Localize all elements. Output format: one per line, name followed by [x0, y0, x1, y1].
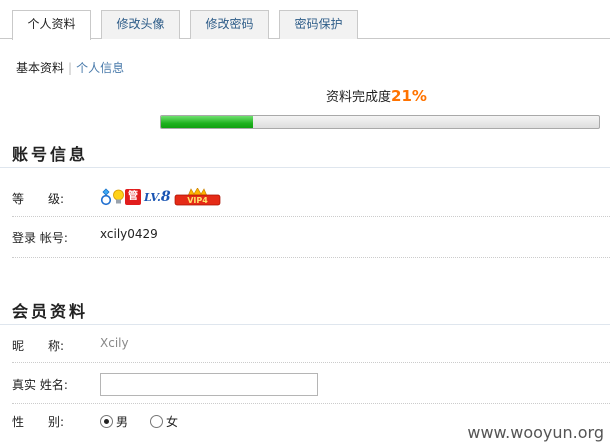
gender-label: 性 别: — [12, 415, 65, 429]
radio-unselected-icon[interactable] — [150, 415, 163, 428]
tab-change-password[interactable]: 修改密码 — [190, 10, 269, 39]
tab-profile[interactable]: 个人资料 — [12, 10, 91, 40]
divider — [12, 403, 610, 404]
gender-female-label: 女 — [166, 415, 179, 429]
real-name-label: 真实 姓名: — [12, 378, 68, 392]
level-prefix: LV. — [144, 191, 161, 204]
level-badges: 管 LV.8 VIP4 — [100, 187, 221, 207]
tab-password-protection[interactable]: 密码保护 — [279, 10, 358, 39]
watermark: www.wooyun.org — [467, 423, 604, 442]
login-account-value: xcily0429 — [100, 227, 158, 241]
account-info-title: 账号信息 — [12, 145, 89, 164]
divider — [0, 324, 610, 325]
tab-bar: 个人资料 修改头像 修改密码 密码保护 — [0, 0, 610, 40]
radio-selected-icon[interactable] — [100, 415, 113, 428]
subnav-separator: | — [68, 61, 73, 75]
vip-crown-icon: VIP4 — [174, 187, 221, 206]
subnav-personal-info-link[interactable]: 个人信息 — [76, 61, 124, 75]
completion-label: 资料完成度 — [326, 90, 392, 105]
lightbulb-icon — [113, 188, 124, 206]
nickname-value: Xcily — [100, 336, 129, 350]
completion-progress-bar — [160, 115, 600, 129]
sub-navigation: 基本资料 | 个人信息 — [16, 59, 124, 76]
level-badge: LV.8 — [144, 189, 171, 205]
progress-fill — [161, 116, 253, 128]
gender-female-radio[interactable]: 女 — [150, 413, 178, 430]
diamond-ring-icon — [100, 188, 112, 206]
gender-male-label: 男 — [116, 415, 129, 429]
nickname-label: 昵 称: — [12, 339, 65, 353]
real-name-input[interactable] — [100, 373, 318, 396]
login-account-label: 登录 帐号: — [12, 231, 68, 245]
tab-change-avatar[interactable]: 修改头像 — [101, 10, 180, 39]
level-number: 8 — [160, 189, 171, 205]
admin-badge-icon: 管 — [125, 189, 141, 205]
subnav-basic-info: 基本资料 — [16, 61, 65, 75]
profile-completion: 资料完成度21% — [326, 86, 427, 105]
divider — [12, 257, 610, 258]
level-label: 等 级: — [12, 192, 65, 206]
divider — [0, 167, 610, 168]
divider — [12, 362, 610, 363]
gender-male-radio[interactable]: 男 — [100, 413, 128, 430]
completion-percent: 21% — [391, 87, 427, 105]
vip-text: VIP4 — [187, 196, 208, 205]
divider — [12, 216, 610, 217]
member-info-title: 会员资料 — [12, 302, 89, 321]
